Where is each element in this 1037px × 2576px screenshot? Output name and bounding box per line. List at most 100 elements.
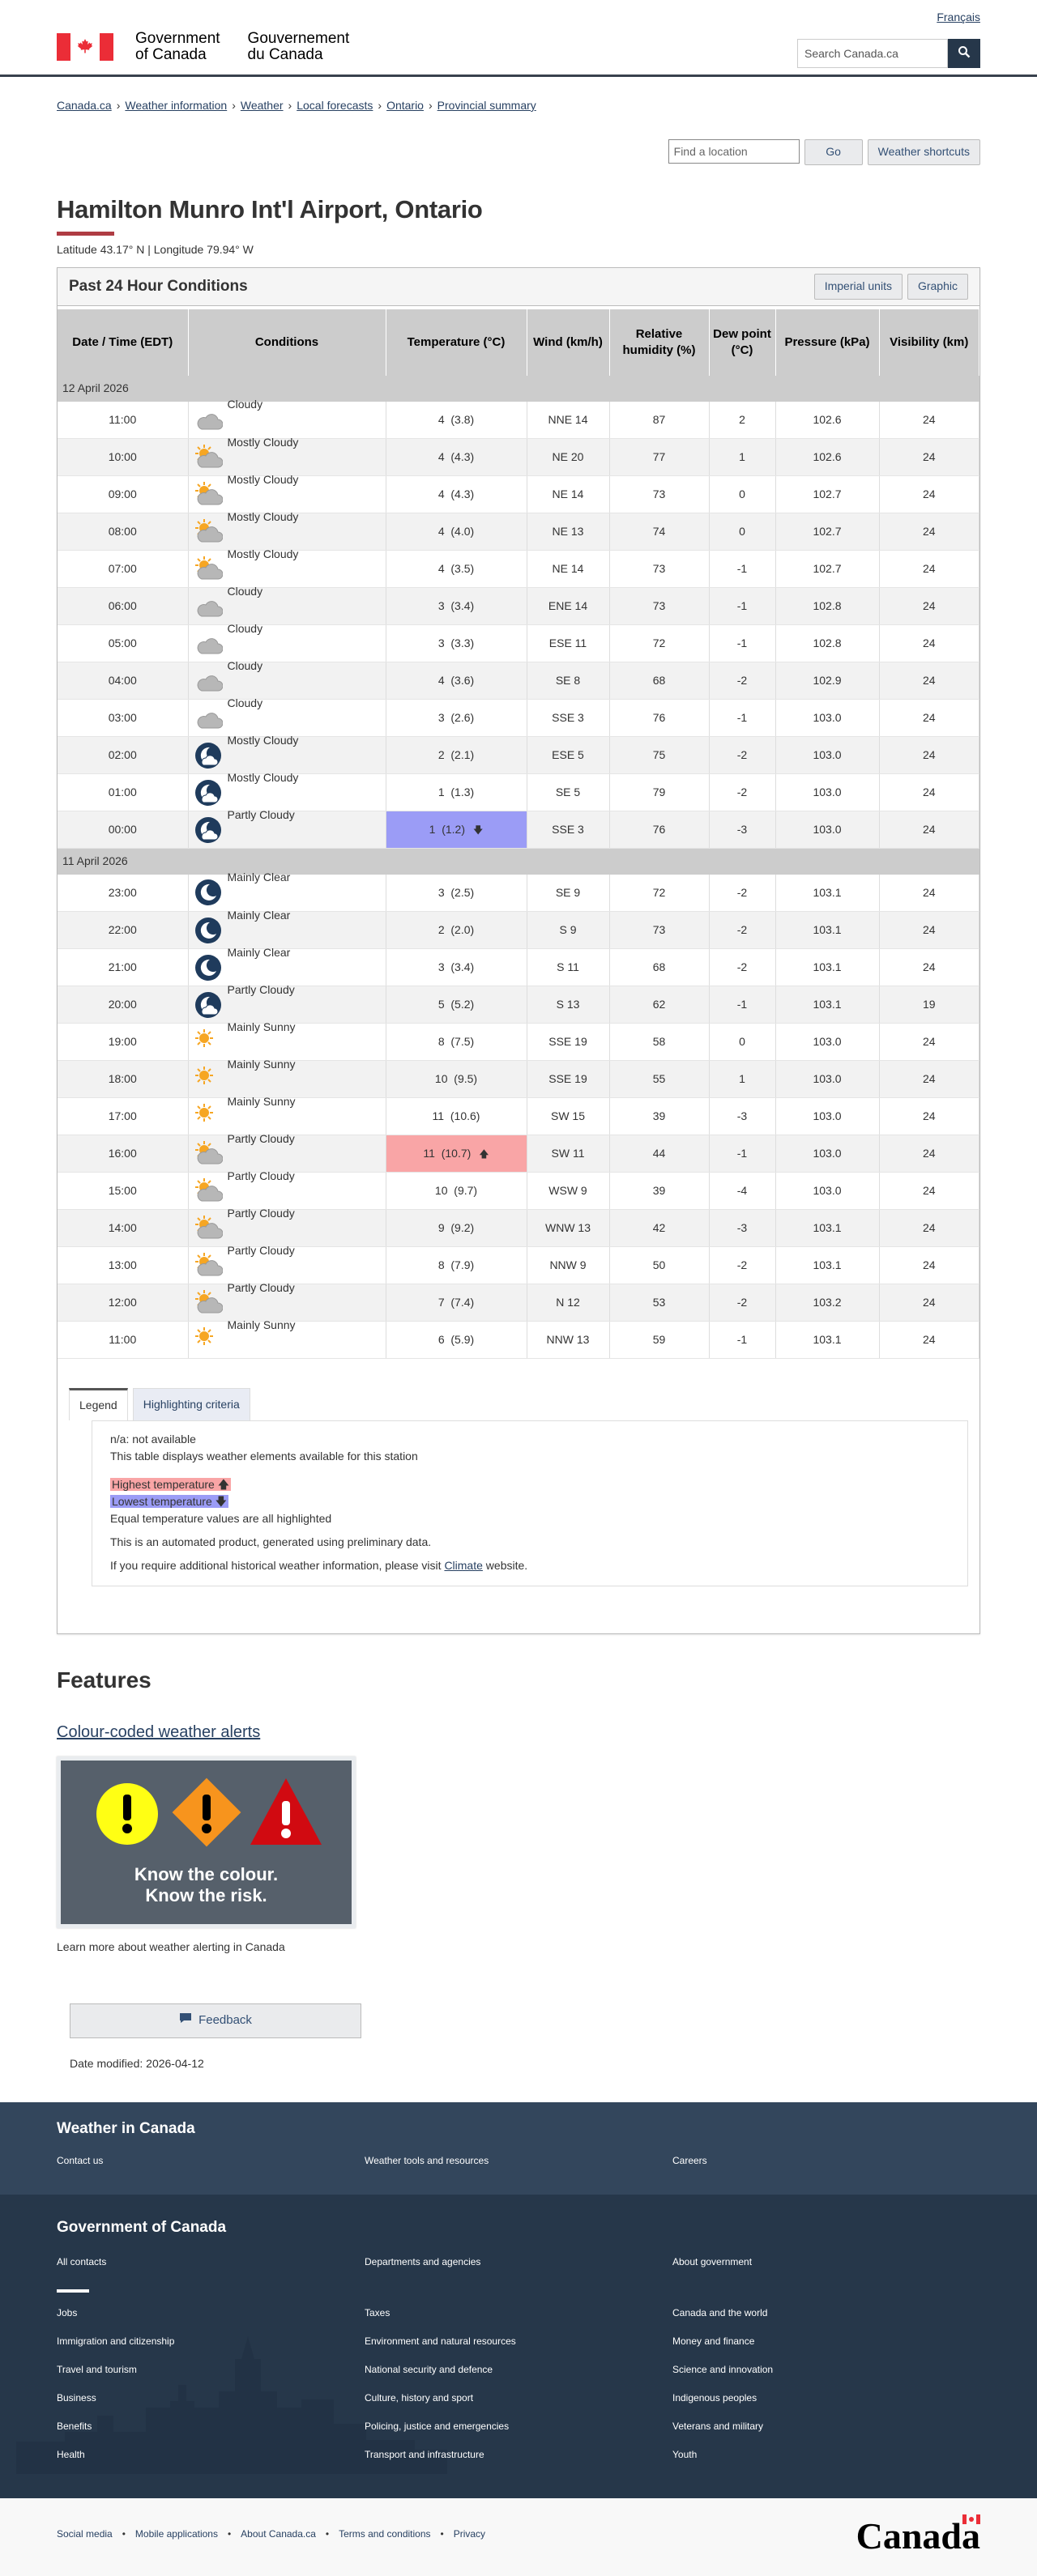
pressure-cell: 103.1 bbox=[775, 1209, 880, 1248]
canada-flag-icon bbox=[57, 32, 113, 61]
search-button[interactable] bbox=[948, 39, 980, 68]
tab-highlighting-criteria[interactable]: Highlighting criteria bbox=[132, 1388, 250, 1421]
pressure-cell: 103.1 bbox=[775, 911, 880, 950]
temperature-cell: 1 (1.3) bbox=[386, 773, 527, 812]
language-toggle-link[interactable]: Français bbox=[937, 10, 980, 25]
footer-link[interactable]: Veterans and military bbox=[672, 2412, 980, 2441]
footer-link[interactable]: Departments and agencies bbox=[365, 2248, 672, 2276]
footer-link[interactable]: Culture, history and sport bbox=[365, 2384, 672, 2412]
footer-link[interactable]: Jobs bbox=[57, 2299, 365, 2327]
breadcrumb-provincial-summary[interactable]: Provincial summary bbox=[437, 98, 536, 113]
pressure-cell: 102.7 bbox=[775, 550, 880, 589]
conditions-cell: Partly Cloudy bbox=[188, 1281, 386, 1322]
conditions-cell: Partly Cloudy bbox=[188, 808, 386, 849]
footer-link[interactable]: All contacts bbox=[57, 2248, 365, 2276]
weather-shortcuts-button[interactable]: Weather shortcuts bbox=[867, 138, 980, 165]
footer-link[interactable]: Science and innovation bbox=[672, 2356, 980, 2384]
footer-link[interactable]: National security and defence bbox=[365, 2356, 672, 2384]
dewpoint-cell: 1 bbox=[709, 1060, 776, 1099]
temperature-cell: 8 (7.9) bbox=[386, 1246, 527, 1285]
breadcrumb-canada[interactable]: Canada.ca bbox=[57, 98, 112, 113]
title-underline bbox=[57, 231, 114, 236]
footer-link[interactable]: Travel and tourism bbox=[57, 2356, 365, 2384]
footer-link[interactable]: About government bbox=[672, 2248, 980, 2276]
table-row: 16:00 Partly Cloudy 11 (10.7) 🡅 SW 11 44 -1 103… bbox=[58, 1132, 979, 1173]
arrow-down-icon: 🡇 bbox=[215, 1495, 228, 1509]
footer-link[interactable]: Immigration and citizenship bbox=[57, 2327, 365, 2356]
footer-link[interactable]: Policing, justice and emergencies bbox=[365, 2412, 672, 2441]
chevron-right-icon: › bbox=[116, 99, 121, 112]
station-coordinates: Latitude 43.17° N | Longitude 79.94° W bbox=[57, 242, 254, 256]
breadcrumb: Canada.ca › Weather information › Weather ›… bbox=[57, 77, 980, 113]
time-cell: 18:00 bbox=[58, 1060, 189, 1099]
table-row: 12:00 Partly Cloudy 7 (7.4) N 12 53 -2 103.2 24 bbox=[58, 1281, 979, 1322]
pressure-cell: 103.0 bbox=[775, 773, 880, 812]
chevron-right-icon: › bbox=[378, 99, 382, 112]
wind-cell: ESE 11 bbox=[527, 624, 610, 663]
dewpoint-cell: -2 bbox=[709, 1284, 776, 1322]
government-signature[interactable]: Government of Canada Gouvernement du Canad… bbox=[57, 31, 349, 63]
date-label: 11 April 2026 bbox=[58, 848, 979, 875]
chevron-right-icon: › bbox=[232, 99, 236, 112]
table-row: 05:00 Cloudy 3 (3.3) ESE 11 72 -1 102.8 24 bbox=[58, 622, 979, 663]
suncloud-weather-icon bbox=[194, 1252, 228, 1276]
temperature-cell: 4 (4.3) bbox=[386, 475, 527, 514]
footer-link[interactable]: Mobile applications bbox=[135, 2527, 218, 2540]
temperature-cell: 10 (9.5) bbox=[386, 1060, 527, 1099]
colour-coded-alerts-link[interactable]: Colour-coded weather alerts bbox=[57, 1722, 980, 1744]
table-row: 01:00 Mostly Cloudy 1 (1.3) SE 5 79 -2 103.0 24 bbox=[58, 771, 979, 812]
climate-link[interactable]: Climate bbox=[444, 1559, 482, 1572]
footer-link[interactable]: Contact us bbox=[57, 2147, 365, 2175]
canada-wordmark: Canada bbox=[856, 2514, 980, 2557]
breadcrumb-weather[interactable]: Weather bbox=[241, 98, 284, 113]
tab-legend[interactable]: Legend bbox=[69, 1388, 128, 1421]
footer-link[interactable]: Youth bbox=[672, 2441, 980, 2469]
footer-link[interactable]: Canada and the world bbox=[672, 2299, 980, 2327]
footer-link[interactable]: Privacy bbox=[454, 2527, 485, 2540]
breadcrumb-weather-information[interactable]: Weather information bbox=[125, 98, 227, 113]
humidity-cell: 42 bbox=[609, 1209, 710, 1248]
footer-link[interactable]: Indigenous peoples bbox=[672, 2384, 980, 2412]
feedback-button[interactable]: Feedback bbox=[70, 2003, 361, 2038]
footer-government: Government of Canada All contacts Departm… bbox=[0, 2195, 1037, 2498]
search-input[interactable]: Search Canada.ca bbox=[797, 39, 948, 68]
footer-link[interactable]: Weather tools and resources bbox=[365, 2147, 672, 2175]
visibility-cell: 24 bbox=[879, 1097, 979, 1136]
footer-link[interactable]: Business bbox=[57, 2384, 365, 2412]
sun-weather-icon bbox=[194, 1066, 228, 1084]
dewpoint-cell: -1 bbox=[709, 1135, 776, 1173]
table-row: 11:00 Cloudy 4 (3.8) NNE 14 87 2 102.6 24 bbox=[58, 398, 979, 440]
humidity-cell: 50 bbox=[609, 1246, 710, 1285]
weather-alerts-banner[interactable]: Know the colour. Know the risk. bbox=[57, 1756, 356, 1928]
column-header: Dew point (°C) bbox=[709, 309, 776, 376]
graphic-button[interactable]: Graphic bbox=[907, 273, 968, 300]
footer-link[interactable]: Social media bbox=[57, 2527, 113, 2540]
cloud-weather-icon bbox=[194, 710, 228, 729]
footer-link[interactable]: Benefits bbox=[57, 2412, 365, 2441]
footer-link[interactable]: About Canada.ca bbox=[241, 2527, 316, 2540]
go-button[interactable]: Go bbox=[804, 138, 863, 165]
footer-link[interactable]: Environment and natural resources bbox=[365, 2327, 672, 2356]
table-row: 15:00 Partly Cloudy 10 (9.7) WSW 9 39 -4 103.0… bbox=[58, 1169, 979, 1211]
footer-link[interactable]: Money and finance bbox=[672, 2327, 980, 2356]
pressure-cell: 103.0 bbox=[775, 736, 880, 775]
column-header: Visibility (km) bbox=[879, 309, 979, 376]
footer-link[interactable]: Health bbox=[57, 2441, 365, 2469]
pressure-cell: 102.9 bbox=[775, 662, 880, 700]
footer-link[interactable]: Terms and conditions bbox=[339, 2527, 430, 2540]
imperial-units-button[interactable]: Imperial units bbox=[813, 273, 903, 300]
humidity-cell: 73 bbox=[609, 475, 710, 514]
panel-title: Past 24 Hour Conditions bbox=[69, 277, 248, 295]
breadcrumb-local-forecasts[interactable]: Local forecasts bbox=[297, 98, 373, 113]
breadcrumb-ontario[interactable]: Ontario bbox=[386, 98, 424, 113]
conditions-cell: Cloudy bbox=[188, 585, 386, 626]
footer-link[interactable]: Careers bbox=[672, 2147, 980, 2175]
footer-link[interactable]: Taxes bbox=[365, 2299, 672, 2327]
time-cell: 04:00 bbox=[58, 662, 189, 700]
date-label: 12 April 2026 bbox=[58, 375, 979, 402]
time-cell: 15:00 bbox=[58, 1172, 189, 1211]
find-location-input[interactable]: Find a location bbox=[668, 138, 800, 164]
wind-cell: SW 11 bbox=[527, 1135, 610, 1173]
pressure-cell: 102.7 bbox=[775, 475, 880, 514]
footer-link[interactable]: Transport and infrastructure bbox=[365, 2441, 672, 2469]
